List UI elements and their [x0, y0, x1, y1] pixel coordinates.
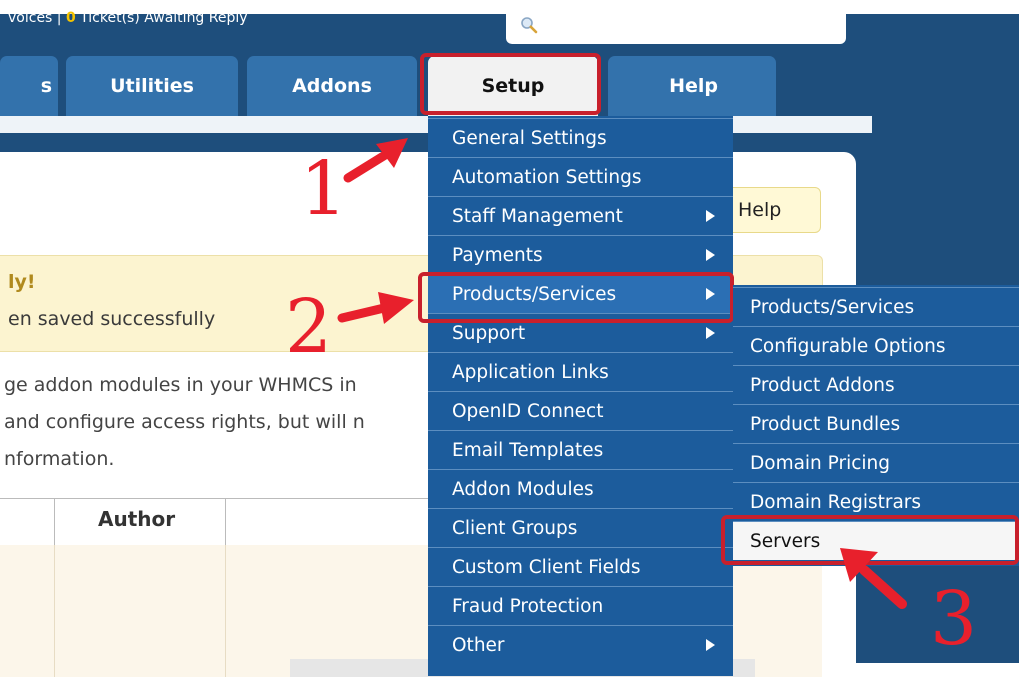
menu-item-label: Support	[452, 322, 526, 344]
submenu-item-product-addons[interactable]: Product Addons	[733, 365, 1019, 404]
submenu-item-products-services[interactable]: Products/Services	[733, 287, 1019, 326]
submenu-item-label: Domain Registrars	[750, 491, 922, 513]
submenu-item-label: Product Bundles	[750, 413, 901, 435]
step-1-arrow-icon	[343, 138, 408, 183]
success-alert-title: ly!	[8, 271, 36, 293]
tickets-awaiting-link[interactable]: Ticket(s) Awaiting Reply	[76, 10, 247, 26]
menu-item-fraud-protection[interactable]: Fraud Protection	[428, 586, 733, 625]
search-icon[interactable]	[520, 16, 538, 34]
submenu-arrow-icon	[706, 249, 715, 261]
description-line-1: ge addon modules in your WHMCS in	[4, 374, 357, 396]
menu-item-label: OpenID Connect	[452, 400, 604, 422]
tickets-count[interactable]: 0	[66, 10, 76, 26]
tab-utilities[interactable]: Utilities	[66, 56, 238, 116]
menu-item-other[interactable]: Other	[428, 625, 733, 664]
submenu-item-domain-pricing[interactable]: Domain Pricing	[733, 443, 1019, 482]
submenu-item-configurable-options[interactable]: Configurable Options	[733, 326, 1019, 365]
submenu-item-label: Products/Services	[750, 296, 915, 318]
menu-item-label: Email Templates	[452, 439, 604, 461]
column-divider	[225, 499, 226, 545]
column-divider	[54, 545, 55, 677]
submenu-item-product-bundles[interactable]: Product Bundles	[733, 404, 1019, 443]
description-line-3: nformation.	[4, 448, 115, 470]
setup-tab-highlight-box	[420, 53, 601, 115]
success-alert-message: en saved successfully	[8, 308, 216, 330]
menu-item-general-settings[interactable]: General Settings	[428, 118, 733, 157]
setup-dropdown-menu: General Settings Automation Settings Sta…	[428, 116, 733, 676]
menu-item-label: Application Links	[452, 361, 609, 383]
submenu-item-label: Domain Pricing	[750, 452, 891, 474]
step-2-arrow-icon	[337, 292, 414, 324]
menu-item-label: Client Groups	[452, 517, 578, 539]
menu-item-label: Staff Management	[452, 205, 623, 227]
menu-item-label: Automation Settings	[452, 166, 642, 188]
step-3-label: 3	[930, 576, 978, 662]
products-services-highlight-box	[418, 272, 734, 323]
menu-item-label: General Settings	[452, 127, 607, 149]
submenu-arrow-icon	[706, 639, 715, 651]
menu-item-addon-modules[interactable]: Addon Modules	[428, 469, 733, 508]
submenu-item-label: Product Addons	[750, 374, 895, 396]
menu-item-openid-connect[interactable]: OpenID Connect	[428, 391, 733, 430]
menu-item-label: Payments	[452, 244, 543, 266]
submenu-arrow-icon	[706, 327, 715, 339]
menu-item-payments[interactable]: Payments	[428, 235, 733, 274]
menu-item-client-groups[interactable]: Client Groups	[428, 508, 733, 547]
column-divider	[54, 499, 55, 545]
status-bar-text: voices | 0 Ticket(s) Awaiting Reply	[8, 10, 248, 26]
step-3-arrow-icon	[840, 548, 907, 609]
invoices-link[interactable]: voices |	[8, 10, 66, 26]
submenu-item-label: Configurable Options	[750, 335, 946, 357]
menu-item-label: Addon Modules	[452, 478, 594, 500]
menu-item-label: Fraud Protection	[452, 595, 604, 617]
search-input[interactable]	[506, 14, 846, 44]
tab-addons[interactable]: Addons	[247, 56, 417, 116]
menu-item-label: Other	[452, 634, 505, 656]
submenu-arrow-icon	[706, 210, 715, 222]
menu-item-automation-settings[interactable]: Automation Settings	[428, 157, 733, 196]
column-divider	[225, 545, 226, 677]
menu-item-application-links[interactable]: Application Links	[428, 352, 733, 391]
menu-item-email-templates[interactable]: Email Templates	[428, 430, 733, 469]
menu-item-custom-client-fields[interactable]: Custom Client Fields	[428, 547, 733, 586]
column-header-author[interactable]: Author	[98, 507, 175, 531]
tab-previous[interactable]: s	[0, 56, 58, 116]
step-2-label: 2	[285, 284, 333, 370]
menu-item-staff-management[interactable]: Staff Management	[428, 196, 733, 235]
description-line-2: and configure access rights, but will n	[4, 411, 365, 433]
menu-item-label: Custom Client Fields	[452, 556, 641, 578]
tab-help[interactable]: Help	[608, 56, 776, 116]
